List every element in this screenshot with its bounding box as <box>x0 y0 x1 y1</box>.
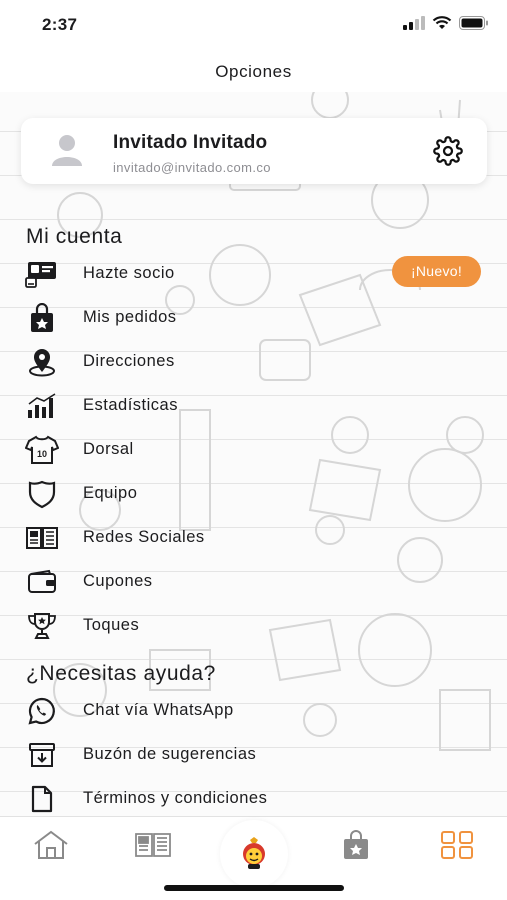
menu-item-direcciones[interactable]: Direcciones <box>22 346 492 390</box>
profile-card[interactable]: Invitado Invitado invitado@invitado.com.… <box>21 118 487 184</box>
jersey-icon: 10 <box>24 434 60 466</box>
menu-label: Cupones <box>83 572 153 590</box>
section-title-account: Mi cuenta <box>26 225 123 248</box>
status-time: 2:37 <box>42 15 78 34</box>
shield-icon <box>24 478 60 510</box>
menu-label: Redes Sociales <box>83 528 205 546</box>
member-card-icon <box>24 258 60 290</box>
menu-label: Dorsal <box>83 440 134 458</box>
menu-item-cupones[interactable]: Cupones <box>22 566 492 610</box>
document-icon <box>24 783 60 815</box>
menu-label: Chat vía WhatsApp <box>83 701 234 719</box>
battery-icon <box>459 16 488 30</box>
menu-label: Estadísticas <box>83 396 178 414</box>
bar-chart-icon <box>24 390 60 422</box>
profile-email: invitado@invitado.com.co <box>113 160 271 175</box>
menu-item-buzon-sugerencias[interactable]: Buzón de sugerencias <box>22 739 492 783</box>
newspaper-icon <box>24 522 60 554</box>
shopping-bag-icon <box>24 302 60 334</box>
trophy-icon <box>24 610 60 642</box>
whatsapp-icon <box>24 695 60 727</box>
menu-label: Mis pedidos <box>83 308 177 326</box>
menu-item-estadisticas[interactable]: Estadísticas <box>22 390 492 434</box>
menu-label: Equipo <box>83 484 138 502</box>
menu-label: Hazte socio <box>83 264 175 282</box>
menu-item-whatsapp[interactable]: Chat vía WhatsApp <box>22 695 492 739</box>
grid-menu-icon[interactable] <box>437 825 477 865</box>
gear-icon[interactable] <box>433 136 463 166</box>
menu-label: Toques <box>83 616 140 634</box>
home-indicator <box>164 885 344 891</box>
menu-label: Direcciones <box>83 352 175 370</box>
signal-icon <box>403 16 425 30</box>
home-icon[interactable] <box>31 825 71 865</box>
club-logo-icon[interactable] <box>220 820 288 888</box>
menu-item-toques[interactable]: Toques <box>22 610 492 654</box>
svg-text:10: 10 <box>37 449 47 459</box>
wallet-icon <box>24 566 60 598</box>
menu-label: Términos y condiciones <box>83 789 268 807</box>
menu-label: Buzón de sugerencias <box>83 745 257 763</box>
menu-item-dorsal[interactable]: 10 Dorsal <box>22 434 492 478</box>
section-title-help: ¿Necesitas ayuda? <box>26 662 216 685</box>
menu-item-equipo[interactable]: Equipo <box>22 478 492 522</box>
store-bag-icon[interactable] <box>336 825 376 865</box>
inbox-icon <box>24 739 60 771</box>
profile-name: Invitado Invitado <box>113 132 268 153</box>
menu-item-redes-sociales[interactable]: Redes Sociales <box>22 522 492 566</box>
new-badge: ¡Nuevo! <box>392 256 481 287</box>
person-icon <box>52 135 82 166</box>
page-title: Opciones <box>215 62 292 81</box>
status-icons <box>403 16 489 30</box>
location-pin-icon <box>24 346 60 378</box>
status-bar: 2:37 <box>0 0 507 50</box>
news-icon[interactable] <box>133 825 173 865</box>
menu-item-mis-pedidos[interactable]: Mis pedidos <box>22 302 492 346</box>
wifi-icon <box>432 16 452 29</box>
